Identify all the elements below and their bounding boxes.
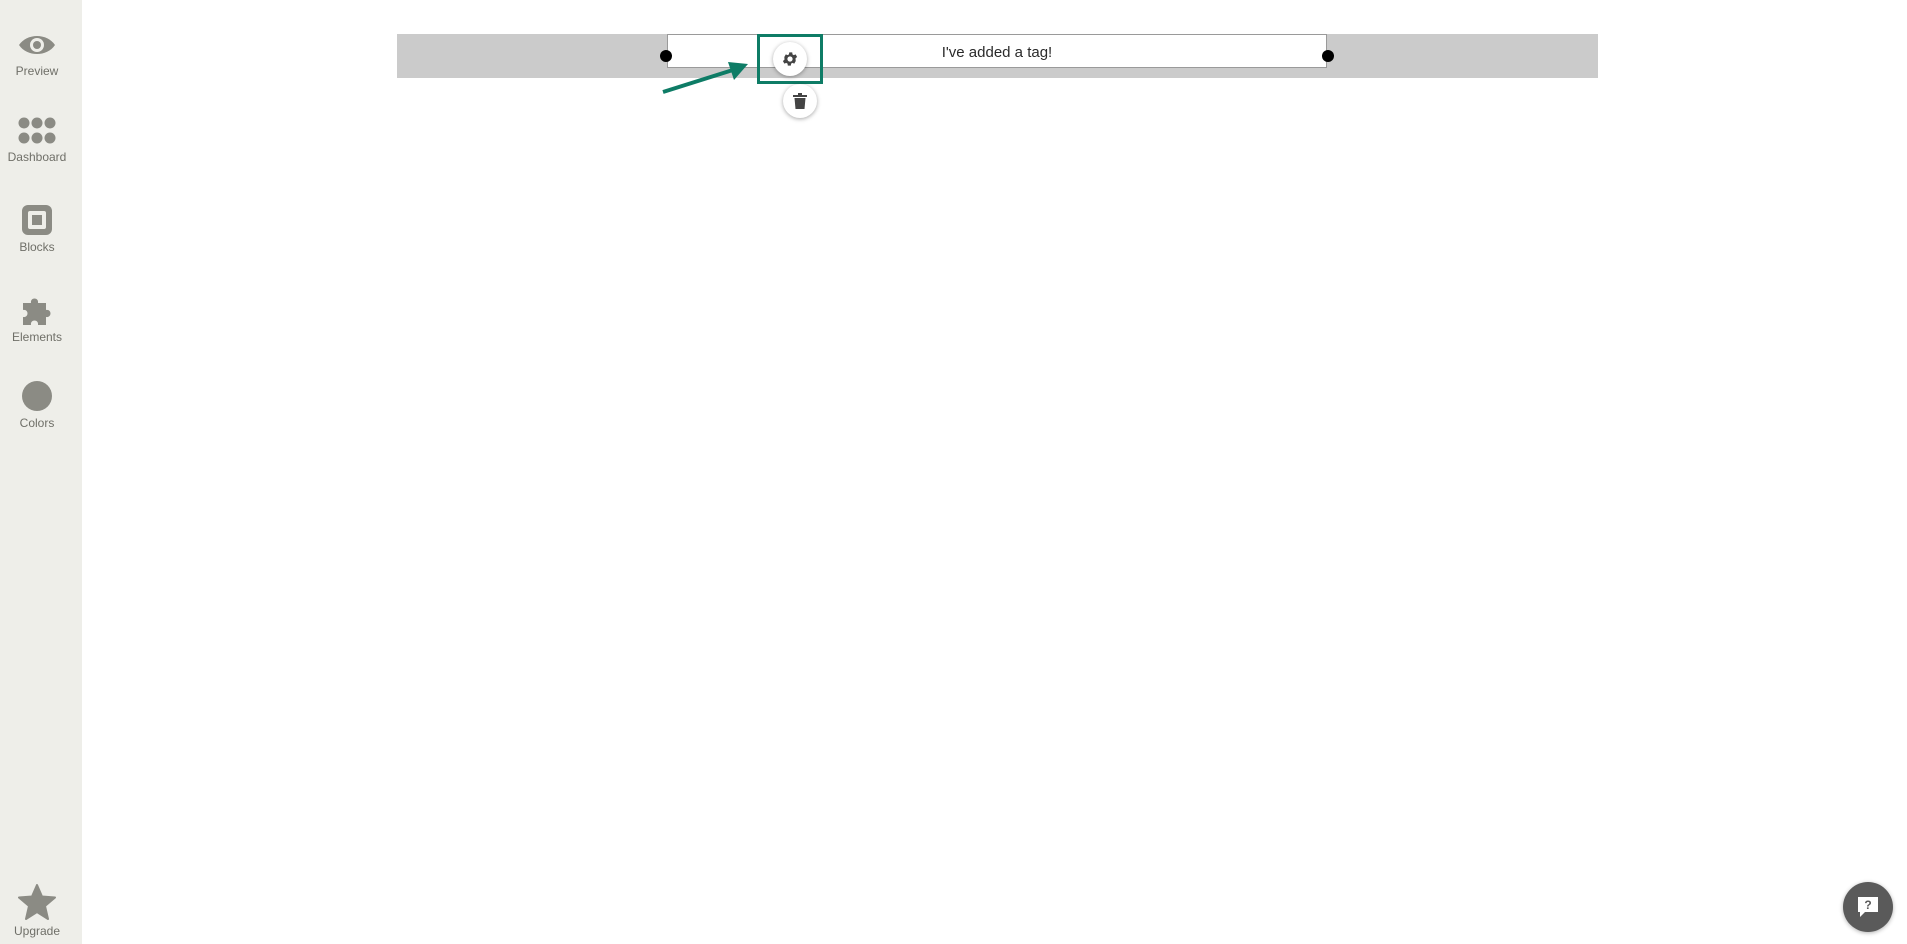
- upgrade-button[interactable]: Upgrade: [0, 884, 74, 938]
- sidebar-item-label: Elements: [11, 330, 63, 344]
- upgrade-label: Upgrade: [13, 924, 61, 938]
- sidebar-item-colors[interactable]: Colors: [0, 380, 74, 430]
- sidebar-item-label: Dashboard: [7, 150, 67, 164]
- chat-question-icon: ?: [1858, 897, 1878, 917]
- eye-icon: [19, 36, 55, 54]
- arrow-icon: [662, 62, 748, 94]
- sidebar: Preview Dashboard Blocks Elements Colors…: [0, 0, 82, 944]
- circle-icon: [22, 381, 52, 411]
- sidebar-item-blocks[interactable]: Blocks: [0, 204, 74, 254]
- delete-button[interactable]: [783, 84, 817, 118]
- resize-handle-right[interactable]: [1322, 50, 1334, 62]
- help-chat-button[interactable]: ?: [1843, 882, 1893, 932]
- dots-grid-icon: [18, 117, 56, 144]
- sidebar-item-dashboard[interactable]: Dashboard: [0, 116, 74, 164]
- puzzle-icon: [23, 298, 51, 325]
- sidebar-item-label: Colors: [19, 416, 55, 430]
- sidebar-item-elements[interactable]: Elements: [0, 294, 74, 344]
- settings-button[interactable]: [773, 42, 807, 76]
- sidebar-item-label: Blocks: [19, 240, 55, 254]
- square-block-icon: [22, 205, 52, 235]
- sidebar-item-preview[interactable]: Preview: [0, 30, 74, 78]
- sidebar-item-label: Preview: [15, 64, 59, 78]
- gear-icon: [782, 52, 798, 66]
- svg-text:?: ?: [1864, 898, 1871, 912]
- star-icon: [18, 884, 56, 920]
- trash-icon: [793, 93, 807, 109]
